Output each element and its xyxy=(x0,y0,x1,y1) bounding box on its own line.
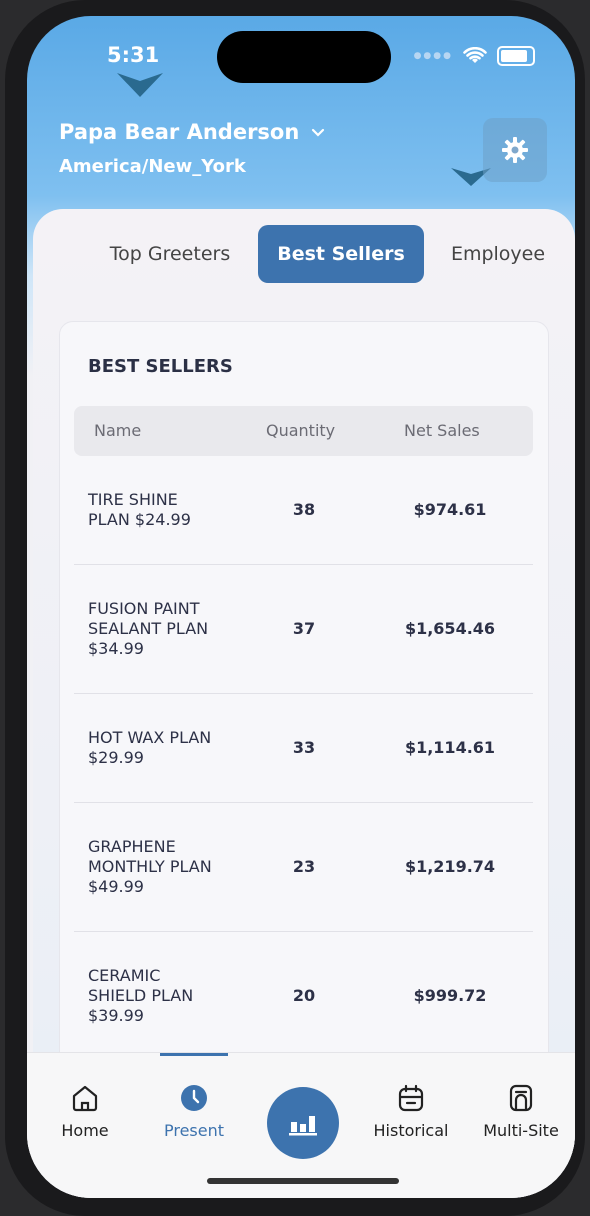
tab-top-greeters[interactable]: Top Greeters xyxy=(97,225,243,283)
app-screen: 5:31 ●●●● Papa Bear Anderson America/New… xyxy=(27,16,575,1198)
nav-historical-label: Historical xyxy=(373,1121,449,1140)
decorative-chevron-icon xyxy=(117,73,163,97)
quantity-value: 38 xyxy=(292,500,316,519)
table-row[interactable]: FUSION PAINT SEALANT PLAN $34.99 37 $1,654… xyxy=(74,565,533,694)
net-sales-value: $1,114.61 xyxy=(404,738,496,757)
status-time: 5:31 xyxy=(107,43,160,67)
product-name: GRAPHENE MONTHLY PLAN $49.99 xyxy=(88,837,212,896)
status-icons: ●●●● xyxy=(414,46,535,66)
net-sales-value: $1,654.46 xyxy=(404,619,496,638)
bottom-tab-bar: Home Present Historical Multi-Site xyxy=(27,1052,575,1198)
battery-icon xyxy=(497,46,535,66)
quantity-value: 37 xyxy=(292,619,316,638)
chevron-down-icon xyxy=(311,128,324,137)
nav-present-label: Present xyxy=(163,1121,225,1140)
table-header: Name Quantity Net Sales xyxy=(74,406,533,456)
quantity-value: 23 xyxy=(292,857,316,876)
nav-home[interactable]: Home xyxy=(35,1083,135,1140)
product-name: HOT WAX PLAN $29.99 xyxy=(88,728,212,767)
dashboard-button[interactable] xyxy=(267,1087,339,1159)
home-icon xyxy=(72,1085,98,1112)
product-name: FUSION PAINT SEALANT PLAN $34.99 xyxy=(88,599,209,658)
table-row[interactable]: HOT WAX PLAN $29.99 33 $1,114.61 xyxy=(74,694,533,803)
product-name: TIRE SHINE PLAN $24.99 xyxy=(88,490,191,529)
cellular-signal-icon: ●●●● xyxy=(413,51,453,61)
main-content: Top Greeters Best Sellers Employee BEST … xyxy=(33,209,575,1198)
quantity-value: 20 xyxy=(292,986,316,1005)
tab-employee[interactable]: Employee xyxy=(443,225,553,283)
nav-multi-site-label: Multi-Site xyxy=(483,1121,559,1140)
store-icon xyxy=(509,1084,533,1112)
dynamic-island xyxy=(217,31,391,83)
gear-icon xyxy=(502,137,528,163)
table-row[interactable]: TIRE SHINE PLAN $24.99 38 $974.61 xyxy=(74,456,533,565)
nav-historical[interactable]: Historical xyxy=(361,1083,461,1140)
bar-chart-icon xyxy=(289,1116,317,1136)
column-header-net-sales: Net Sales xyxy=(404,421,480,440)
home-indicator[interactable] xyxy=(207,1178,399,1184)
column-header-name: Name xyxy=(94,421,142,440)
net-sales-value: $1,219.74 xyxy=(404,857,496,876)
card-title: BEST SELLERS xyxy=(88,356,233,377)
table-row[interactable]: GRAPHENE MONTHLY PLAN $49.99 23 $1,219.74 xyxy=(74,803,533,932)
user-name: Papa Bear Anderson xyxy=(59,120,300,144)
nav-home-label: Home xyxy=(61,1121,109,1140)
phone-frame: 5:31 ●●●● Papa Bear Anderson America/New… xyxy=(5,0,585,1216)
net-sales-value: $974.61 xyxy=(413,500,487,519)
quantity-value: 33 xyxy=(292,738,316,757)
product-name: CERAMIC SHIELD PLAN $39.99 xyxy=(88,966,194,1025)
nav-present[interactable]: Present xyxy=(144,1083,244,1140)
user-selector[interactable]: Papa Bear Anderson xyxy=(59,120,325,144)
tab-best-sellers[interactable]: Best Sellers xyxy=(258,225,424,283)
wifi-icon xyxy=(463,47,487,63)
column-header-quantity: Quantity xyxy=(266,421,336,440)
timezone-label: America/New_York xyxy=(59,156,246,177)
nav-multi-site[interactable]: Multi-Site xyxy=(471,1083,571,1140)
net-sales-value: $999.72 xyxy=(413,986,487,1005)
table-row[interactable]: CERAMIC SHIELD PLAN $39.99 20 $999.72 xyxy=(74,932,533,1060)
settings-button[interactable] xyxy=(483,118,547,182)
calendar-icon xyxy=(398,1084,424,1112)
clock-icon xyxy=(181,1085,207,1111)
active-tab-indicator xyxy=(160,1053,228,1056)
